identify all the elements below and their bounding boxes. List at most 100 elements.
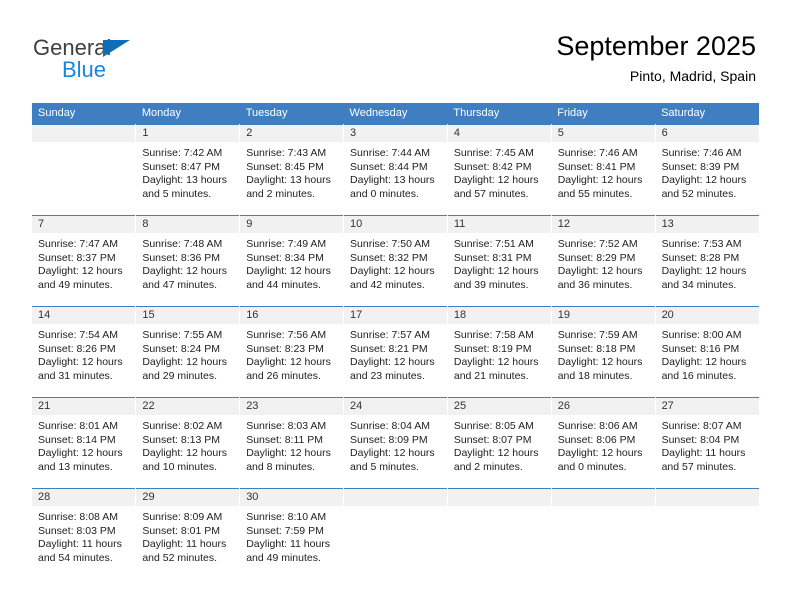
daylight-text-line1: Daylight: 12 hours [453, 447, 539, 460]
daylight-text-line1: Daylight: 12 hours [557, 447, 643, 460]
daylight-text-line2: and 47 minutes. [142, 278, 218, 291]
sunrise-text: Sunrise: 7:51 AM [453, 238, 534, 250]
daylight-text-line1: Daylight: 12 hours [453, 265, 539, 278]
calendar-day-cell-empty [447, 488, 552, 579]
sunrise-text: Sunrise: 7:45 AM [453, 147, 534, 159]
calendar-day-cell[interactable]: 22 Sunrise: 8:02 AM Sunset: 8:13 PM Dayligh… [135, 397, 241, 489]
calendar-week-row: 21 Sunrise: 8:01 AM Sunset: 8:14 PM Dayligh… [32, 397, 759, 489]
calendar-day-cell[interactable]: 24 Sunrise: 8:04 AM Sunset: 8:09 PM Dayligh… [343, 397, 448, 489]
day-number: 14 [32, 307, 136, 324]
sunset-text: Sunset: 8:29 PM [557, 251, 636, 264]
calendar-day-cell[interactable]: 11 Sunrise: 7:51 AM Sunset: 8:31 PM Dayligh… [447, 215, 552, 307]
calendar-day-cell[interactable]: 18 Sunrise: 7:58 AM Sunset: 8:19 PM Dayligh… [447, 306, 552, 398]
calendar-day-cell-empty [343, 488, 448, 579]
day-details: Sunrise: 7:59 AM Sunset: 8:18 PM Daylight:… [552, 324, 655, 383]
calendar-day-cell-empty [551, 488, 656, 579]
daylight-text-line2: and 5 minutes. [350, 460, 419, 473]
day-number [32, 125, 136, 142]
daylight-text-line1: Daylight: 13 hours [350, 174, 435, 187]
calendar-day-cell[interactable]: 15 Sunrise: 7:55 AM Sunset: 8:24 PM Dayligh… [135, 306, 241, 398]
weekday-header-tuesday: Tuesday [239, 103, 344, 125]
calendar-day-cell[interactable]: 17 Sunrise: 7:57 AM Sunset: 8:21 PM Dayligh… [343, 306, 448, 398]
sunset-text: Sunset: 8:47 PM [142, 160, 220, 173]
sunset-text: Sunset: 8:31 PM [453, 251, 532, 264]
sunrise-text: Sunrise: 8:03 AM [246, 420, 327, 432]
sunset-text: Sunset: 8:06 PM [557, 433, 636, 446]
daylight-text-line2: and 49 minutes. [246, 551, 321, 564]
daylight-text-line2: and 23 minutes. [350, 369, 425, 382]
daylight-text-line1: Daylight: 11 hours [38, 538, 122, 551]
calendar-day-cell[interactable]: 28 Sunrise: 8:08 AM Sunset: 8:03 PM Dayligh… [32, 488, 137, 579]
calendar-day-cell[interactable]: 19 Sunrise: 7:59 AM Sunset: 8:18 PM Dayligh… [551, 306, 656, 398]
daylight-text-line1: Daylight: 12 hours [350, 265, 435, 278]
day-number [447, 489, 551, 506]
calendar-day-cell[interactable]: 20 Sunrise: 8:00 AM Sunset: 8:16 PM Dayligh… [655, 306, 759, 398]
day-details: Sunrise: 7:42 AM Sunset: 8:47 PM Daylight:… [136, 142, 239, 201]
daylight-text-line1: Daylight: 12 hours [350, 447, 435, 460]
daylight-text-line2: and 10 minutes. [142, 460, 218, 473]
daylight-text-line2: and 39 minutes. [453, 278, 529, 291]
day-details: Sunrise: 8:04 AM Sunset: 8:09 PM Daylight:… [344, 415, 447, 474]
calendar-day-cell[interactable]: 16 Sunrise: 7:56 AM Sunset: 8:23 PM Dayligh… [239, 306, 345, 398]
calendar-day-cell[interactable]: 4 Sunrise: 7:45 AM Sunset: 8:42 PM Daylight… [447, 124, 552, 216]
calendar-day-cell[interactable]: 6 Sunrise: 7:46 AM Sunset: 8:39 PM Daylight… [655, 124, 759, 216]
sunset-text: Sunset: 8:21 PM [350, 342, 428, 355]
sunrise-text: Sunrise: 7:59 AM [557, 329, 638, 341]
calendar-day-cell[interactable]: 7 Sunrise: 7:47 AM Sunset: 8:37 PM Daylight… [32, 215, 137, 307]
daylight-text-line2: and 49 minutes. [38, 278, 113, 291]
daylight-text-line2: and 13 minutes. [38, 460, 113, 473]
day-number: 21 [32, 398, 136, 415]
weekday-header-thursday: Thursday [447, 103, 552, 125]
sunrise-text: Sunrise: 7:56 AM [246, 329, 327, 341]
day-number: 6 [655, 125, 759, 142]
weekday-header-saturday: Saturday [655, 103, 759, 125]
calendar-day-cell[interactable]: 5 Sunrise: 7:46 AM Sunset: 8:41 PM Daylight… [551, 124, 656, 216]
calendar-day-cell[interactable]: 2 Sunrise: 7:43 AM Sunset: 8:45 PM Daylight… [239, 124, 345, 216]
sunset-text: Sunset: 8:19 PM [453, 342, 532, 355]
day-number: 12 [551, 216, 655, 233]
daylight-text-line1: Daylight: 12 hours [557, 265, 643, 278]
daylight-text-line1: Daylight: 12 hours [453, 356, 539, 369]
day-details: Sunrise: 8:03 AM Sunset: 8:11 PM Daylight:… [240, 415, 343, 474]
daylight-text-line1: Daylight: 12 hours [246, 265, 331, 278]
day-details: Sunrise: 7:47 AM Sunset: 8:37 PM Daylight:… [32, 233, 135, 292]
day-details: Sunrise: 8:07 AM Sunset: 8:04 PM Daylight:… [656, 415, 759, 474]
sunset-text: Sunset: 8:34 PM [246, 251, 324, 264]
daylight-text-line1: Daylight: 11 hours [142, 538, 227, 551]
day-number: 13 [655, 216, 759, 233]
calendar-day-cell[interactable]: 14 Sunrise: 7:54 AM Sunset: 8:26 PM Dayligh… [32, 306, 137, 398]
calendar-day-cell[interactable]: 21 Sunrise: 8:01 AM Sunset: 8:14 PM Dayligh… [32, 397, 137, 489]
calendar-day-cell[interactable]: 12 Sunrise: 7:52 AM Sunset: 8:29 PM Dayligh… [551, 215, 656, 307]
day-number: 3 [344, 125, 447, 142]
daylight-text-line1: Daylight: 11 hours [661, 447, 746, 460]
sunrise-text: Sunrise: 8:08 AM [38, 511, 118, 523]
logo-triangle-icon [103, 40, 130, 57]
calendar-day-cell[interactable]: 25 Sunrise: 8:05 AM Sunset: 8:07 PM Dayligh… [447, 397, 552, 489]
calendar-day-cell[interactable]: 13 Sunrise: 7:53 AM Sunset: 8:28 PM Dayligh… [655, 215, 759, 307]
calendar-day-cell[interactable]: 8 Sunrise: 7:48 AM Sunset: 8:36 PM Daylight… [135, 215, 241, 307]
sunrise-text: Sunrise: 8:10 AM [246, 511, 327, 523]
daylight-text-line2: and 42 minutes. [350, 278, 425, 291]
calendar-week-row: 14 Sunrise: 7:54 AM Sunset: 8:26 PM Dayligh… [32, 306, 759, 398]
calendar-day-cell[interactable]: 30 Sunrise: 8:10 AM Sunset: 7:59 PM Dayligh… [239, 488, 345, 579]
calendar-day-cell[interactable]: 27 Sunrise: 8:07 AM Sunset: 8:04 PM Dayligh… [655, 397, 759, 489]
calendar-day-cell[interactable]: 29 Sunrise: 8:09 AM Sunset: 8:01 PM Dayligh… [135, 488, 241, 579]
calendar-day-cell[interactable]: 23 Sunrise: 8:03 AM Sunset: 8:11 PM Dayligh… [239, 397, 345, 489]
sunset-text: Sunset: 8:39 PM [661, 160, 740, 173]
day-details: Sunrise: 7:54 AM Sunset: 8:26 PM Daylight:… [32, 324, 135, 383]
daylight-text-line2: and 29 minutes. [142, 369, 218, 382]
daylight-text-line1: Daylight: 12 hours [557, 174, 643, 187]
daylight-text-line1: Daylight: 12 hours [661, 174, 747, 187]
calendar-day-cell[interactable]: 1 Sunrise: 7:42 AM Sunset: 8:47 PM Daylight… [135, 124, 241, 216]
calendar-day-cell[interactable]: 10 Sunrise: 7:50 AM Sunset: 8:32 PM Dayligh… [343, 215, 448, 307]
daylight-text-line1: Daylight: 12 hours [142, 447, 227, 460]
calendar-day-cell[interactable]: 26 Sunrise: 8:06 AM Sunset: 8:06 PM Dayligh… [551, 397, 656, 489]
calendar-day-cell[interactable]: 3 Sunrise: 7:44 AM Sunset: 8:44 PM Daylight… [343, 124, 448, 216]
calendar-day-cell[interactable]: 9 Sunrise: 7:49 AM Sunset: 8:34 PM Daylight… [239, 215, 345, 307]
day-details: Sunrise: 8:10 AM Sunset: 7:59 PM Daylight:… [240, 506, 343, 565]
day-number: 15 [136, 307, 240, 324]
day-number: 19 [551, 307, 655, 324]
daylight-text-line2: and 0 minutes. [557, 460, 627, 473]
sunrise-text: Sunrise: 8:05 AM [453, 420, 534, 432]
day-details: Sunrise: 7:58 AM Sunset: 8:19 PM Daylight:… [448, 324, 551, 383]
